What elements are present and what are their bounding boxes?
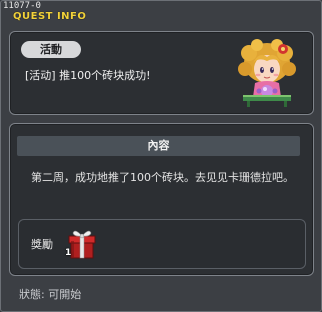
- quest-info-window: 11077-0 QUEST INFO 活動 [活动] 推100个砖块成功! 內容…: [0, 0, 322, 312]
- quest-summary-text: [活动] 推100个砖块成功!: [25, 69, 151, 82]
- quest-id: 11077-0: [3, 1, 41, 11]
- npc-girl-portrait-icon: [238, 39, 296, 107]
- quest-description: 第二周，成功地推了100个砖块。去见见卡珊德拉吧。: [31, 171, 294, 184]
- reward-label: 獎勵: [31, 238, 53, 251]
- content-header: 內容: [17, 136, 300, 156]
- status-line: 狀態: 可開始: [19, 288, 81, 302]
- reward-item-count: 1: [65, 248, 72, 258]
- reward-item[interactable]: 1: [65, 227, 97, 261]
- window-title: QUEST INFO: [13, 11, 87, 22]
- status-label: 狀態: [19, 288, 41, 301]
- status-value: 可開始: [48, 288, 82, 301]
- event-badge: 活動: [21, 41, 81, 58]
- reward-box: [18, 219, 306, 269]
- status-separator: :: [41, 288, 45, 301]
